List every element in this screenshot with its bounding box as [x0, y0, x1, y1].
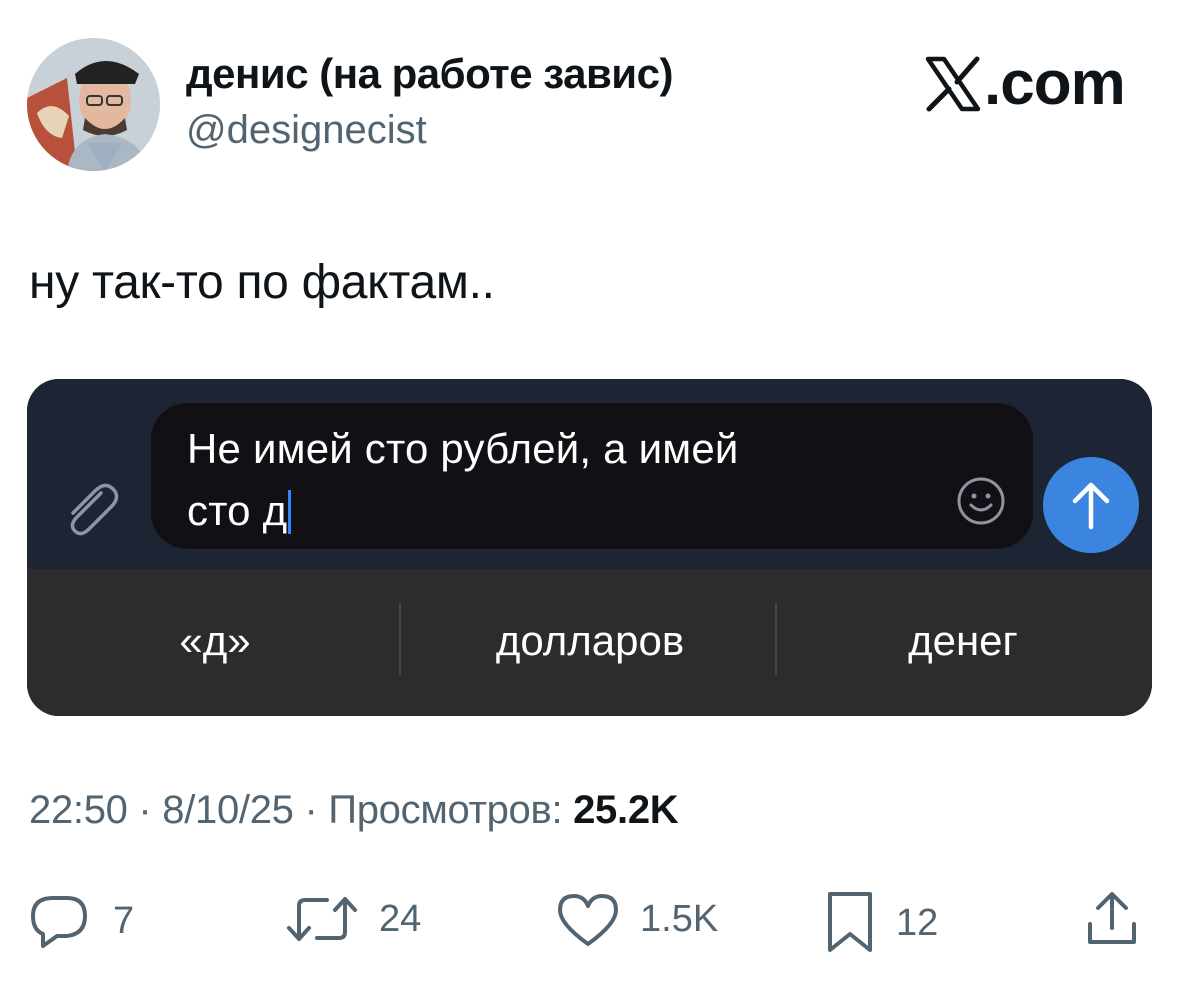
- suggestion-quoted[interactable]: «д»: [179, 617, 250, 665]
- share-button[interactable]: [1084, 890, 1140, 948]
- suggestion-divider: [775, 603, 777, 675]
- message-input-line-1: Не имей сто рублей, а имей: [187, 425, 739, 472]
- bookmark-button[interactable]: 12: [824, 890, 938, 956]
- send-button[interactable]: [1043, 457, 1139, 553]
- tweet-time[interactable]: 22:50: [29, 788, 128, 832]
- bookmark-count: 12: [896, 901, 939, 944]
- like-count: 1.5K: [640, 897, 719, 940]
- views-count: 25.2K: [573, 788, 679, 832]
- tweet-text: ну так-то по фактам..: [29, 256, 495, 309]
- retweet-icon: [287, 897, 357, 941]
- suggestion-divider: [399, 603, 401, 675]
- heart-icon: [558, 894, 618, 946]
- emoji-icon[interactable]: [953, 473, 1009, 529]
- reply-count: 7: [113, 899, 135, 942]
- avatar[interactable]: [27, 38, 160, 171]
- message-input-line-2-text: сто д: [187, 487, 288, 534]
- avatar-photo: [27, 38, 160, 171]
- text-caret: [288, 490, 292, 534]
- suggestion-dollars[interactable]: долларов: [496, 617, 684, 665]
- views-label: Просмотров:: [328, 788, 563, 832]
- share-icon: [1088, 892, 1136, 944]
- embedded-screenshot[interactable]: Не имей сто рублей, а имей сто д «д» дол…: [27, 379, 1152, 716]
- suggestion-money[interactable]: денег: [908, 617, 1018, 665]
- meta-dot: ·: [127, 788, 163, 832]
- brand-domain: .com: [984, 49, 1126, 118]
- retweet-count: 24: [379, 897, 422, 940]
- author-handle[interactable]: @designecist: [186, 108, 427, 153]
- message-input[interactable]: Не имей сто рублей, а имей сто д: [151, 403, 1033, 549]
- reply-button[interactable]: 7: [27, 890, 134, 952]
- tweet-date[interactable]: 8/10/25: [162, 788, 294, 832]
- message-input-line-2: сто д: [187, 487, 292, 535]
- arrow-up-icon: [1072, 482, 1110, 530]
- bookmark-icon: [828, 892, 872, 952]
- like-button[interactable]: 1.5K: [556, 890, 718, 948]
- reply-icon: [31, 896, 87, 948]
- x-logo-icon: [925, 56, 981, 111]
- tweet-meta: 22:50 · 8/10/25 · Просмотров: 25.2K: [29, 788, 679, 833]
- retweet-button[interactable]: 24: [285, 890, 421, 948]
- brand-logo: .com: [924, 48, 1126, 119]
- author-display-name[interactable]: денис (на работе завис): [186, 50, 673, 98]
- meta-dot: ·: [293, 788, 329, 832]
- paperclip-icon[interactable]: [57, 475, 121, 539]
